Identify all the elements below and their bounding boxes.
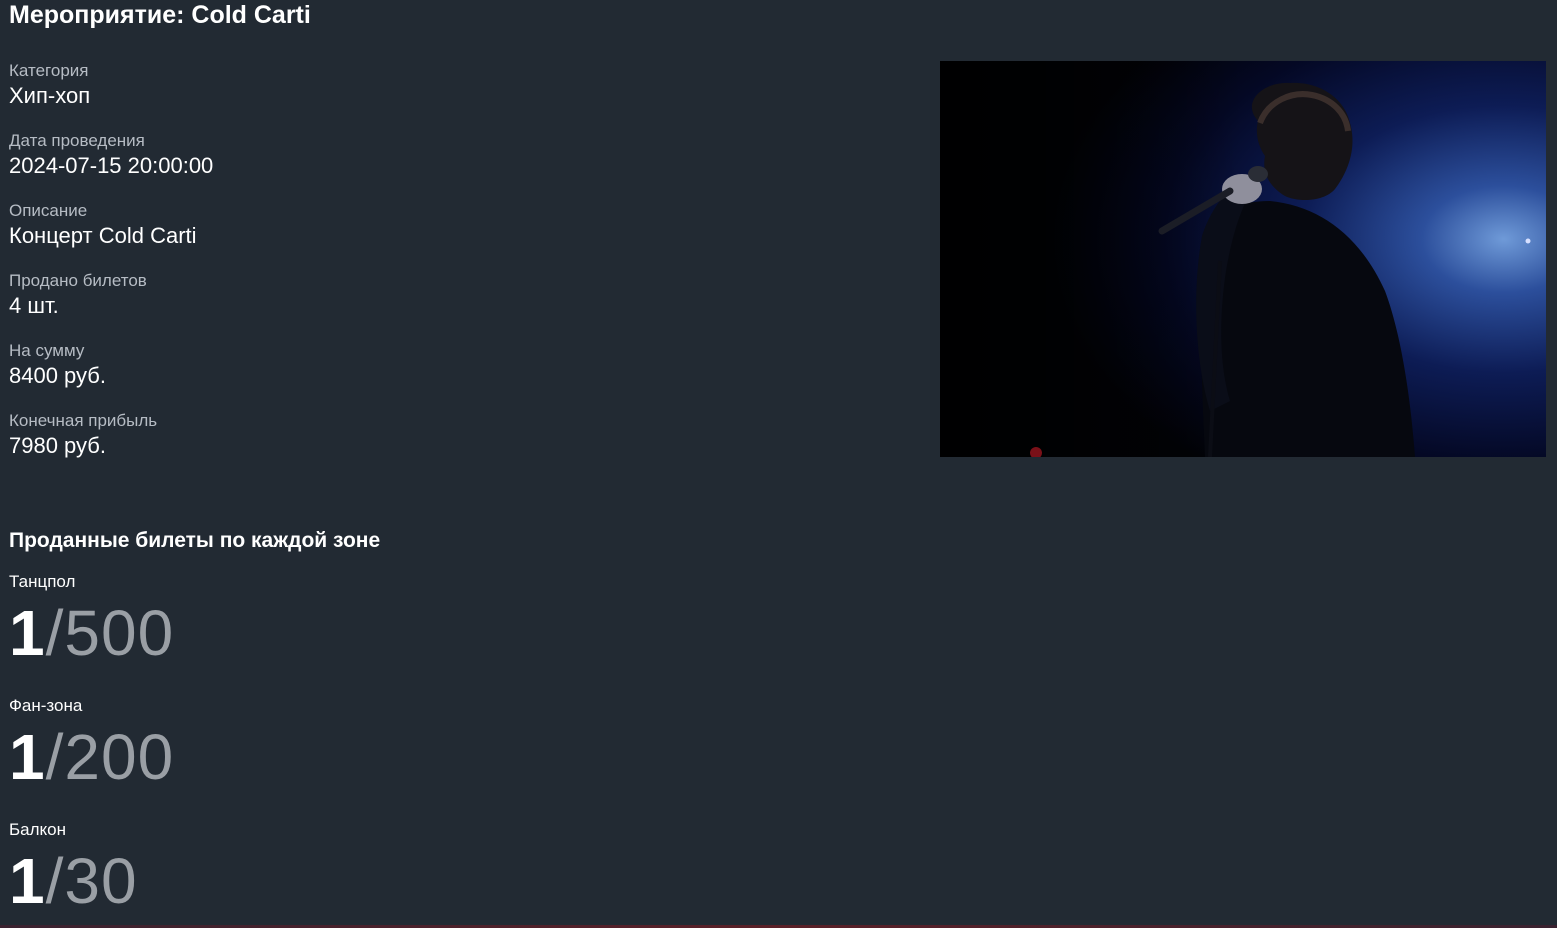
zone-sold: 1 [9, 597, 46, 669]
field-sum: На сумму 8400 руб. [9, 340, 609, 410]
zone-separator: / [45, 597, 65, 669]
field-profit: Конечная прибыль 7980 руб. [9, 410, 609, 480]
field-value: Хип-хоп [9, 83, 91, 108]
zone-capacity: 30 [64, 845, 138, 917]
zone-name: Фан-зона [9, 696, 83, 715]
field-value: 7980 руб. [9, 433, 107, 458]
field-label: Категория [9, 61, 89, 80]
field-label: Дата проведения [9, 131, 145, 150]
zone-item: Фан-зона 1/200 [9, 695, 174, 819]
zones-list: Танцпол 1/500 Фан-зона 1/200 Балкон 1/30 [9, 571, 174, 928]
zone-capacity: 500 [64, 597, 175, 669]
zone-ticket-count: 1/30 [9, 841, 174, 921]
field-value: 4 шт. [9, 293, 59, 318]
zone-name: Балкон [9, 820, 67, 839]
field-label: На сумму [9, 341, 85, 360]
zone-sold: 1 [9, 721, 46, 793]
zones-heading: Проданные билеты по каждой зоне [9, 529, 381, 552]
zone-separator: / [45, 845, 65, 917]
field-label: Описание [9, 201, 88, 220]
event-page: Мероприятие: Cold Carti Категория Хип-хо… [0, 0, 1557, 928]
zone-sold: 1 [9, 845, 46, 917]
event-details: Категория Хип-хоп Дата проведения 2024-0… [9, 60, 609, 480]
zone-item: Балкон 1/30 [9, 819, 174, 928]
field-value: Концерт Cold Carti [9, 223, 197, 248]
field-tickets-sold: Продано билетов 4 шт. [9, 270, 609, 340]
zone-capacity: 200 [64, 721, 175, 793]
field-description: Описание Концерт Cold Carti [9, 200, 609, 270]
field-value: 8400 руб. [9, 363, 107, 388]
field-label: Конечная прибыль [9, 411, 158, 430]
field-date: Дата проведения 2024-07-15 20:00:00 [9, 130, 609, 200]
zone-name: Танцпол [9, 572, 76, 591]
zone-ticket-count: 1/200 [9, 717, 174, 797]
zone-item: Танцпол 1/500 [9, 571, 174, 695]
field-label: Продано билетов [9, 271, 147, 290]
field-category: Категория Хип-хоп [9, 60, 609, 130]
zone-ticket-count: 1/500 [9, 593, 174, 673]
field-value: 2024-07-15 20:00:00 [9, 153, 214, 178]
page-title: Мероприятие: Cold Carti [9, 1, 311, 29]
event-photo [940, 61, 1546, 457]
zone-separator: / [45, 721, 65, 793]
performer-photo-illustration [940, 61, 1546, 457]
